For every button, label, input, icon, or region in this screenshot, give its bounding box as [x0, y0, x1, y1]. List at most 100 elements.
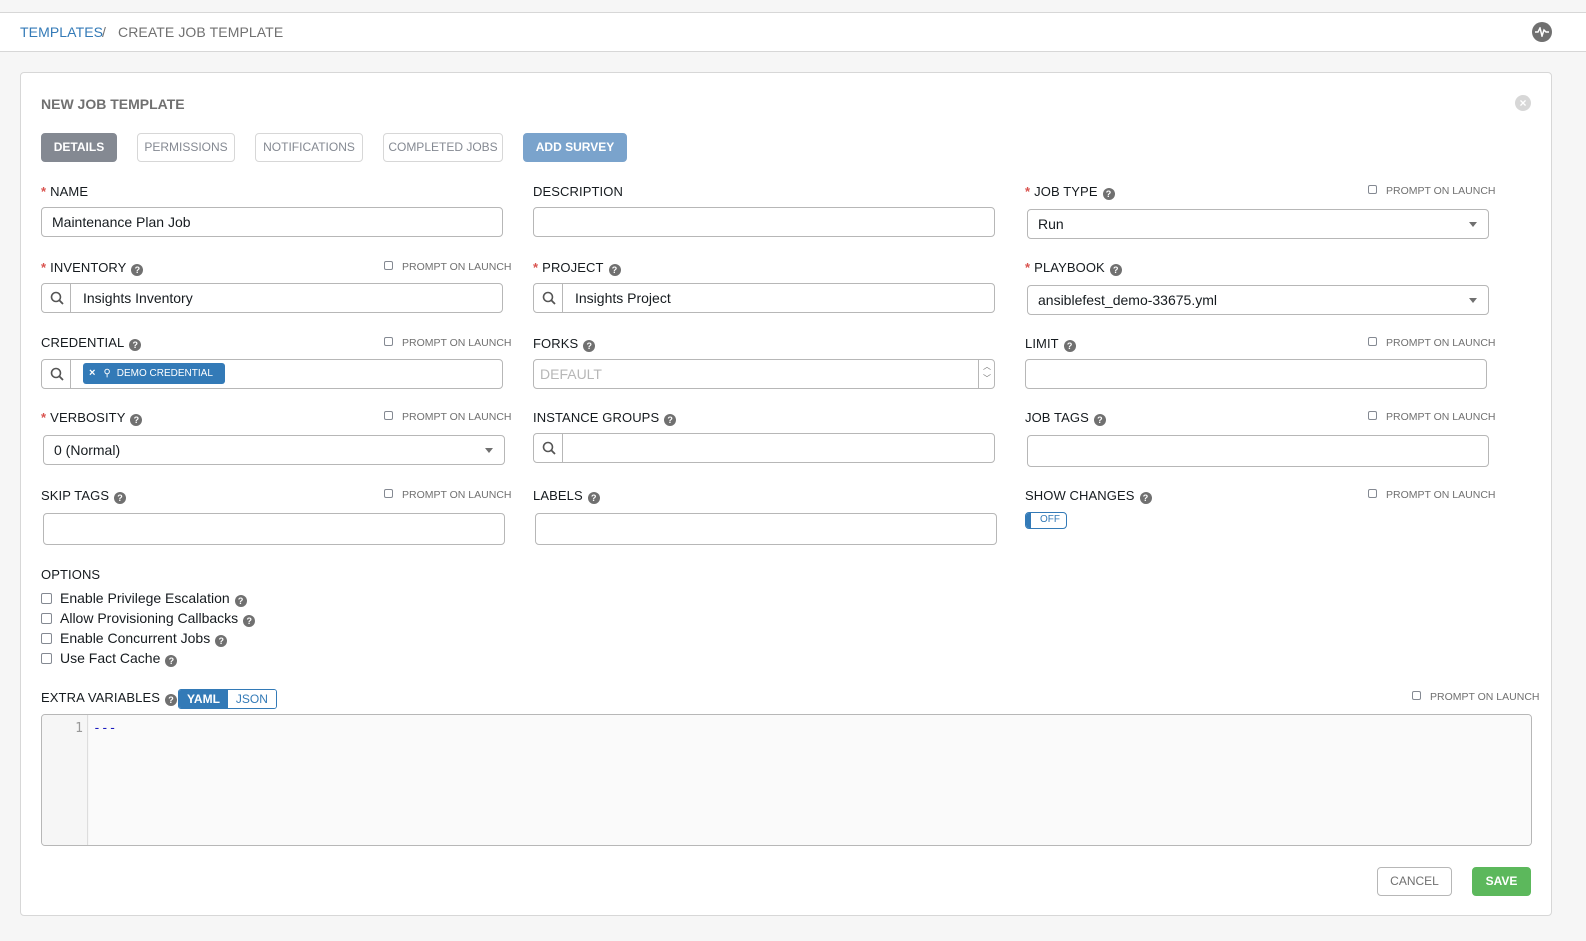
- checkbox-icon[interactable]: [384, 337, 393, 346]
- activity-stream-icon[interactable]: [1532, 22, 1552, 42]
- help-icon[interactable]: ?: [114, 492, 127, 504]
- checkbox-icon[interactable]: [41, 593, 52, 604]
- forks-stepper[interactable]: ︿ ﹀: [978, 360, 994, 388]
- limit-label: LIMIT?: [1025, 336, 1076, 352]
- tab-details[interactable]: DETAILS: [41, 133, 117, 162]
- name-field[interactable]: Maintenance Plan Job: [41, 207, 503, 237]
- help-icon[interactable]: ?: [1109, 264, 1122, 276]
- inventory-value: Insights Inventory: [83, 290, 193, 306]
- show-changes-toggle[interactable]: OFF: [1025, 512, 1067, 529]
- extra-vars-mode-toggle: YAML JSON: [178, 689, 277, 709]
- code-line: ---: [93, 721, 117, 736]
- help-icon[interactable]: ?: [1139, 492, 1152, 504]
- tab-completed-jobs[interactable]: COMPLETED JOBS: [383, 133, 503, 162]
- checkbox-icon[interactable]: [1412, 691, 1421, 700]
- cancel-button[interactable]: CANCEL: [1377, 867, 1452, 896]
- search-icon[interactable]: [534, 284, 563, 312]
- name-label: * NAME: [41, 184, 89, 199]
- key-icon: ⚲: [103, 368, 111, 379]
- panel-title: NEW JOB TEMPLATE: [41, 96, 185, 112]
- checkbox-icon[interactable]: [1368, 337, 1377, 346]
- save-button[interactable]: SAVE: [1472, 867, 1531, 896]
- help-icon[interactable]: ?: [1063, 340, 1076, 352]
- help-icon[interactable]: ?: [215, 635, 228, 647]
- instance-groups-label: INSTANCE GROUPS?: [533, 410, 677, 426]
- help-icon[interactable]: ?: [664, 414, 677, 426]
- checkbox-icon[interactable]: [384, 489, 393, 498]
- verbosity-prompt-on-launch[interactable]: PROMPT ON LAUNCH: [384, 411, 512, 423]
- help-icon[interactable]: ?: [130, 414, 143, 426]
- credential-prompt-on-launch[interactable]: PROMPT ON LAUNCH: [384, 337, 512, 349]
- code-area[interactable]: [89, 715, 1531, 845]
- forks-input[interactable]: DEFAULT ︿ ﹀: [533, 359, 995, 389]
- credential-chip[interactable]: × ⚲ DEMO CREDENTIAL: [83, 363, 225, 384]
- help-icon[interactable]: ?: [165, 655, 178, 667]
- credential-lookup[interactable]: × ⚲ DEMO CREDENTIAL: [41, 359, 503, 389]
- job-type-prompt-on-launch[interactable]: PROMPT ON LAUNCH: [1368, 185, 1496, 197]
- tab-permissions[interactable]: PERMISSIONS: [137, 133, 235, 162]
- help-icon[interactable]: ?: [1102, 188, 1115, 200]
- breadcrumb-templates-link[interactable]: TEMPLATES: [20, 24, 103, 40]
- checkbox-icon[interactable]: [41, 653, 52, 664]
- limit-field[interactable]: [1025, 359, 1487, 389]
- checkbox-icon[interactable]: [1368, 489, 1377, 498]
- remove-icon[interactable]: ×: [89, 367, 95, 379]
- skip-tags-label: SKIP TAGS?: [41, 488, 127, 504]
- verbosity-label: * VERBOSITY?: [41, 410, 143, 426]
- help-icon[interactable]: ?: [131, 264, 144, 276]
- show-changes-prompt-on-launch[interactable]: PROMPT ON LAUNCH: [1368, 489, 1496, 501]
- extra-variables-editor[interactable]: 1 ---: [41, 714, 1532, 846]
- option-provisioning-callbacks[interactable]: Allow Provisioning Callbacks?: [41, 610, 256, 627]
- job-tags-prompt-on-launch[interactable]: PROMPT ON LAUNCH: [1368, 411, 1496, 423]
- inventory-prompt-on-launch[interactable]: PROMPT ON LAUNCH: [384, 261, 512, 273]
- show-changes-label: SHOW CHANGES?: [1025, 488, 1152, 504]
- help-icon[interactable]: ?: [243, 615, 256, 627]
- inventory-lookup[interactable]: Insights Inventory: [41, 283, 503, 313]
- option-concurrent-jobs[interactable]: Enable Concurrent Jobs?: [41, 630, 228, 647]
- description-field[interactable]: [533, 207, 995, 237]
- yaml-mode-button[interactable]: YAML: [179, 690, 228, 708]
- add-survey-button[interactable]: ADD SURVEY: [523, 133, 627, 162]
- labels-field[interactable]: [535, 513, 997, 545]
- project-label: * PROJECT?: [533, 260, 621, 276]
- checkbox-icon[interactable]: [1368, 411, 1377, 420]
- skip-tags-prompt-on-launch[interactable]: PROMPT ON LAUNCH: [384, 489, 512, 501]
- checkbox-icon[interactable]: [1368, 185, 1377, 194]
- help-icon[interactable]: ?: [165, 694, 178, 706]
- inventory-label: * INVENTORY?: [41, 260, 144, 276]
- search-icon[interactable]: [534, 434, 563, 462]
- checkbox-icon[interactable]: [41, 613, 52, 624]
- checkbox-icon[interactable]: [384, 261, 393, 270]
- help-icon[interactable]: ?: [1093, 414, 1106, 426]
- close-icon[interactable]: ×: [1515, 95, 1531, 111]
- credential-label: CREDENTIAL?: [41, 335, 142, 351]
- job-tags-field[interactable]: [1027, 435, 1489, 467]
- checkbox-icon[interactable]: [384, 411, 393, 420]
- help-icon[interactable]: ?: [583, 340, 596, 352]
- help-icon[interactable]: ?: [234, 595, 247, 607]
- playbook-select[interactable]: ansiblefest_demo-33675.yml: [1027, 285, 1489, 315]
- breadcrumb-bar: TEMPLATES / CREATE JOB TEMPLATE: [0, 13, 1586, 52]
- help-icon[interactable]: ?: [608, 264, 621, 276]
- tab-notifications[interactable]: NOTIFICATIONS: [255, 133, 363, 162]
- option-fact-cache[interactable]: Use Fact Cache?: [41, 650, 178, 667]
- labels-label: LABELS?: [533, 488, 600, 504]
- project-value: Insights Project: [575, 290, 671, 306]
- search-icon[interactable]: [42, 360, 71, 388]
- limit-prompt-on-launch[interactable]: PROMPT ON LAUNCH: [1368, 337, 1496, 349]
- json-mode-button[interactable]: JSON: [227, 690, 276, 708]
- extra-vars-prompt-on-launch[interactable]: PROMPT ON LAUNCH: [1412, 691, 1540, 703]
- toggle-state-label: OFF: [1040, 514, 1060, 525]
- job-type-select[interactable]: Run: [1027, 209, 1489, 239]
- project-lookup[interactable]: Insights Project: [533, 283, 995, 313]
- skip-tags-field[interactable]: [43, 513, 505, 545]
- search-icon[interactable]: [42, 284, 71, 312]
- checkbox-icon[interactable]: [41, 633, 52, 644]
- help-icon[interactable]: ?: [129, 339, 142, 351]
- verbosity-select[interactable]: 0 (Normal): [43, 435, 505, 465]
- help-icon[interactable]: ?: [587, 492, 600, 504]
- instance-groups-lookup[interactable]: [533, 433, 995, 463]
- description-label: DESCRIPTION: [533, 184, 623, 199]
- playbook-label: * PLAYBOOK?: [1025, 260, 1122, 276]
- option-privilege-escalation[interactable]: Enable Privilege Escalation?: [41, 590, 247, 607]
